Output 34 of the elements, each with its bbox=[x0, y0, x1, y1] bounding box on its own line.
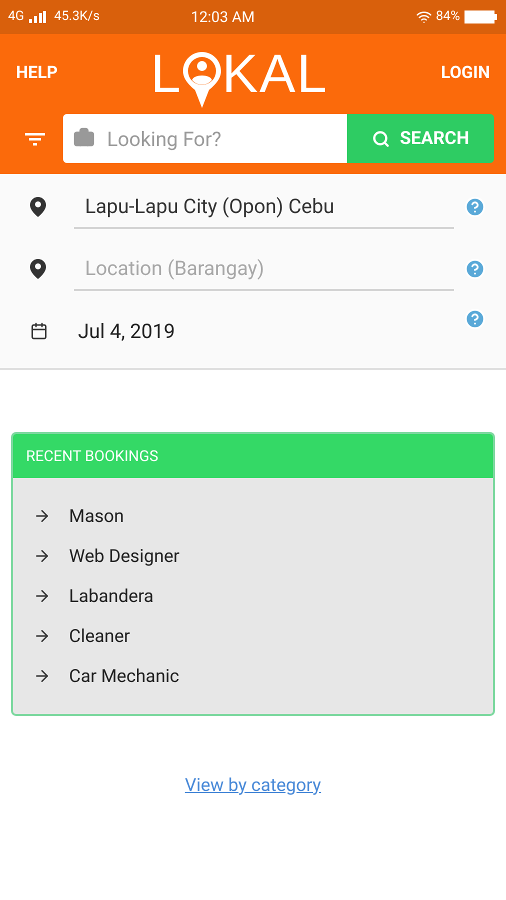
arrow-icon bbox=[33, 507, 51, 525]
clock: 12:03 AM bbox=[190, 6, 255, 28]
booking-item[interactable]: Labandera bbox=[13, 576, 493, 616]
network-label: 4G bbox=[8, 8, 24, 26]
filter-icon[interactable] bbox=[24, 130, 46, 146]
location-field[interactable]: Location (Barangay) bbox=[74, 247, 454, 291]
help-icon[interactable] bbox=[464, 258, 486, 280]
calendar-icon bbox=[30, 322, 48, 340]
booking-item[interactable]: Web Designer bbox=[13, 536, 493, 576]
battery-icon bbox=[464, 10, 498, 24]
view-by-category-link[interactable]: View by category bbox=[184, 772, 322, 799]
booking-item[interactable]: Cleaner bbox=[13, 616, 493, 656]
location-field[interactable]: Lapu-Lapu City (Opon) Cebu bbox=[74, 185, 454, 229]
briefcase-icon bbox=[73, 127, 95, 149]
logo: L KAL bbox=[150, 47, 328, 101]
card-title: RECENT BOOKINGS bbox=[26, 446, 158, 467]
signal-icon bbox=[28, 11, 46, 23]
help-icon[interactable] bbox=[464, 308, 486, 330]
arrow-icon bbox=[33, 667, 51, 685]
booking-item[interactable]: Car Mechanic bbox=[13, 656, 493, 696]
arrow-icon bbox=[33, 547, 51, 565]
pin-icon bbox=[30, 259, 46, 279]
person-pin-icon bbox=[182, 51, 222, 109]
search-field[interactable]: Looking For? bbox=[63, 114, 347, 163]
pin-icon bbox=[30, 197, 46, 217]
arrow-icon bbox=[33, 587, 51, 605]
date-field[interactable]: Jul 4, 2019 bbox=[74, 316, 454, 346]
help-icon[interactable] bbox=[464, 196, 486, 218]
speed-label: 45.3K/s bbox=[54, 8, 100, 26]
arrow-icon bbox=[33, 627, 51, 645]
wifi-icon bbox=[416, 9, 432, 25]
search-icon bbox=[372, 130, 390, 148]
booking-item[interactable]: Mason bbox=[13, 496, 493, 536]
battery-label: 84% bbox=[436, 8, 460, 26]
